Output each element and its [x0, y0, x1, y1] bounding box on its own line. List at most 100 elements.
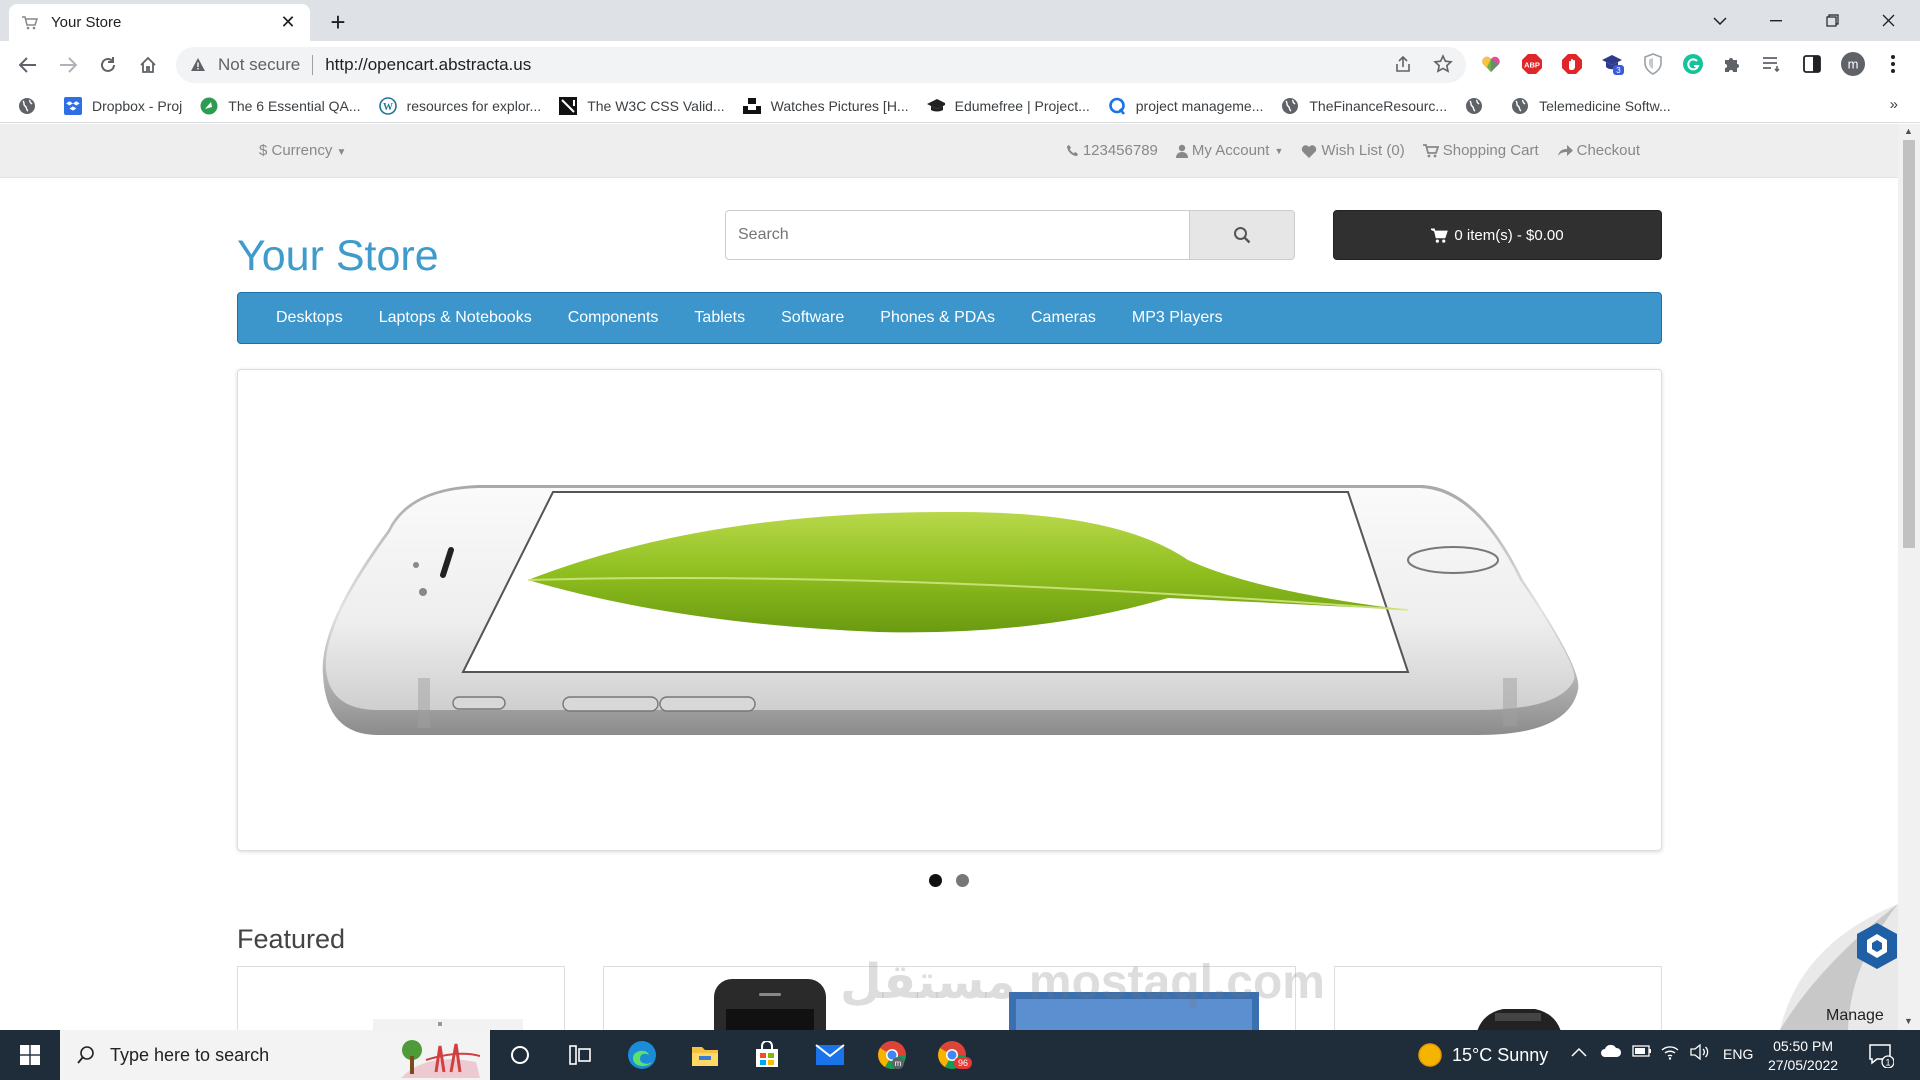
notification-center-icon[interactable]: 1 — [1868, 1042, 1895, 1071]
wish-list-link[interactable]: Wish List (0) — [1301, 142, 1405, 159]
slide-dot-active[interactable] — [929, 874, 942, 887]
new-tab-button[interactable]: + — [324, 7, 352, 37]
onedrive-icon[interactable] — [1600, 1044, 1622, 1061]
slide-dot[interactable] — [956, 874, 969, 887]
chrome-badge-count: 96 — [958, 1058, 968, 1068]
close-window-button[interactable] — [1860, 0, 1916, 41]
back-button[interactable] — [12, 49, 44, 81]
menu-item-phones[interactable]: Phones & PDAs — [862, 309, 1013, 327]
menu-item-tablets[interactable]: Tablets — [676, 309, 763, 327]
adblock-plus-icon[interactable]: ABP — [1519, 51, 1545, 77]
bookmark-globe-unlabeled[interactable] — [1465, 97, 1493, 115]
grammarly-icon[interactable] — [1680, 51, 1706, 77]
manage-widget[interactable]: Manage — [1760, 904, 1898, 1030]
bookmark-star-icon[interactable] — [1430, 51, 1456, 77]
bookmarks-overflow-button[interactable]: » — [1890, 96, 1898, 113]
taskbar-clock[interactable]: 05:50 PM 27/05/2022 — [1768, 1037, 1838, 1075]
svg-text:W: W — [383, 102, 393, 113]
iphone-slide-image — [322, 485, 1579, 735]
edge-icon[interactable] — [622, 1035, 662, 1075]
cart-button[interactable]: 0 item(s) - $0.00 — [1333, 210, 1662, 260]
menu-item-laptops[interactable]: Laptops & Notebooks — [361, 309, 550, 327]
forward-button[interactable] — [52, 49, 84, 81]
bookmark-globe-first[interactable] — [18, 97, 46, 115]
bookmark-qa[interactable]: The 6 Essential QA... — [200, 97, 361, 115]
home-button[interactable] — [132, 49, 164, 81]
slideshow-banner[interactable] — [237, 369, 1662, 851]
not-secure-label[interactable]: Not secure — [218, 55, 300, 75]
chevron-up-icon[interactable] — [1571, 1044, 1587, 1060]
menu-item-software[interactable]: Software — [763, 309, 862, 327]
extensions-puzzle-icon[interactable] — [1719, 51, 1745, 77]
url-text[interactable]: http://opencart.abstracta.us — [325, 55, 531, 75]
weather-widget[interactable]: 15°C Sunny — [1418, 1043, 1548, 1067]
cart-icon — [1431, 227, 1449, 243]
microsoft-store-icon[interactable] — [747, 1035, 787, 1075]
language-indicator[interactable]: ENG — [1723, 1046, 1753, 1062]
bookmark-project-management[interactable]: project manageme... — [1108, 97, 1263, 115]
product-card[interactable] — [1334, 966, 1662, 1030]
my-account-dropdown[interactable]: My Account ▼ — [1175, 142, 1283, 159]
menu-item-components[interactable]: Components — [550, 309, 677, 327]
bookmark-watches[interactable]: Watches Pictures [H... — [742, 97, 909, 115]
bookmark-dropbox[interactable]: Dropbox - Proj — [64, 96, 183, 115]
graduation-extension-icon[interactable]: 3 — [1600, 51, 1626, 77]
product-card[interactable] — [237, 966, 565, 1030]
chrome-menu-icon[interactable] — [1880, 51, 1906, 77]
scroll-down-icon[interactable]: ▼ — [1904, 1016, 1913, 1026]
adblock-icon[interactable] — [1559, 51, 1585, 77]
tab-title: Your Store — [51, 14, 122, 31]
scroll-up-icon[interactable]: ▲ — [1904, 126, 1913, 136]
volume-icon[interactable] — [1690, 1043, 1710, 1063]
taskbar-search-box[interactable]: Type here to search — [60, 1030, 490, 1080]
address-bar[interactable]: Not secure http://opencart.abstracta.us — [176, 47, 1466, 83]
shield-extension-icon[interactable] — [1640, 51, 1666, 77]
menu-item-mp3-players[interactable]: MP3 Players — [1114, 309, 1241, 327]
tab-search-icon[interactable] — [1692, 0, 1748, 41]
mail-icon[interactable] — [810, 1035, 850, 1075]
menu-item-cameras[interactable]: Cameras — [1013, 309, 1114, 327]
bookmark-label: Dropbox - Proj — [92, 97, 183, 114]
store-logo[interactable]: Your Store — [237, 232, 439, 281]
reading-list-icon[interactable] — [1759, 51, 1785, 77]
bookmark-label: resources for explor... — [406, 97, 542, 114]
search-button[interactable] — [1189, 210, 1295, 260]
bookmark-resources[interactable]: W resources for explor... — [378, 96, 542, 115]
reload-button[interactable] — [92, 49, 124, 81]
currency-dropdown[interactable]: $ Currency ▼ — [259, 142, 346, 159]
scrollbar-thumb[interactable] — [1903, 140, 1915, 548]
windows-start-button[interactable] — [0, 1030, 60, 1080]
side-panel-icon[interactable] — [1799, 51, 1825, 77]
minimize-button[interactable] — [1748, 0, 1804, 41]
file-explorer-icon[interactable] — [685, 1035, 725, 1075]
phone-link[interactable]: 123456789 — [1066, 142, 1158, 159]
wifi-icon[interactable] — [1661, 1044, 1679, 1063]
battery-icon[interactable] — [1632, 1044, 1652, 1060]
task-view-icon[interactable] — [560, 1035, 600, 1075]
shopping-cart-link[interactable]: Shopping Cart — [1422, 142, 1539, 159]
tab-close-icon[interactable]: ✕ — [278, 12, 298, 33]
share-icon[interactable] — [1390, 51, 1416, 77]
bookmark-telemedicine[interactable]: Telemedicine Softw... — [1511, 97, 1671, 115]
page-viewport: $ Currency ▼ 123456789 My Account ▼ Wish… — [0, 124, 1898, 1030]
search-input[interactable] — [725, 210, 1190, 260]
taskbar-search-placeholder: Type here to search — [110, 1044, 270, 1065]
restore-button[interactable] — [1804, 0, 1860, 41]
chrome-icon[interactable]: m — [872, 1035, 912, 1075]
windows-taskbar: Type here to search m 96 15°C Sunny ENG … — [0, 1030, 1920, 1080]
chrome-badge-icon[interactable]: 96 — [934, 1035, 974, 1075]
bookmark-finance[interactable]: TheFinanceResourc... — [1281, 97, 1447, 115]
page-scrollbar[interactable]: ▲ ▼ — [1898, 124, 1920, 1030]
qa-icon — [200, 97, 218, 115]
checkout-link[interactable]: Checkout — [1557, 142, 1640, 159]
weather-text: 15°C Sunny — [1452, 1044, 1549, 1065]
browser-tab[interactable]: Your Store ✕ — [9, 4, 310, 41]
bookmark-w3c[interactable]: The W3C CSS Valid... — [559, 96, 725, 115]
bookmark-edumefree[interactable]: Edumefree | Project... — [926, 97, 1090, 115]
profile-avatar[interactable]: m — [1840, 51, 1866, 77]
heart-icon — [1302, 144, 1317, 158]
browser-tab-strip: Your Store ✕ + — [0, 0, 1920, 41]
cortana-icon[interactable] — [500, 1035, 540, 1075]
menu-item-desktops[interactable]: Desktops — [258, 309, 361, 327]
heart-extension-icon[interactable] — [1478, 51, 1504, 77]
